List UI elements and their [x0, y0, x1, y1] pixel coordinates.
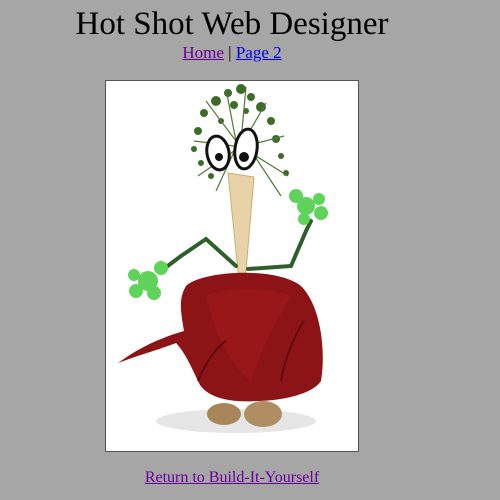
nav-separator: | — [228, 43, 232, 62]
footer: Return to Build-It-Yourself — [0, 468, 464, 488]
page-title: Hot Shot Web Designer — [75, 6, 389, 42]
home-link[interactable]: Home — [182, 43, 224, 62]
return-link[interactable]: Return to Build-It-Yourself — [145, 469, 319, 486]
parsnip-figure-photo — [105, 80, 359, 452]
nav-bar: Home | Page 2 — [0, 42, 464, 64]
page-2-link[interactable]: Page 2 — [236, 43, 282, 62]
